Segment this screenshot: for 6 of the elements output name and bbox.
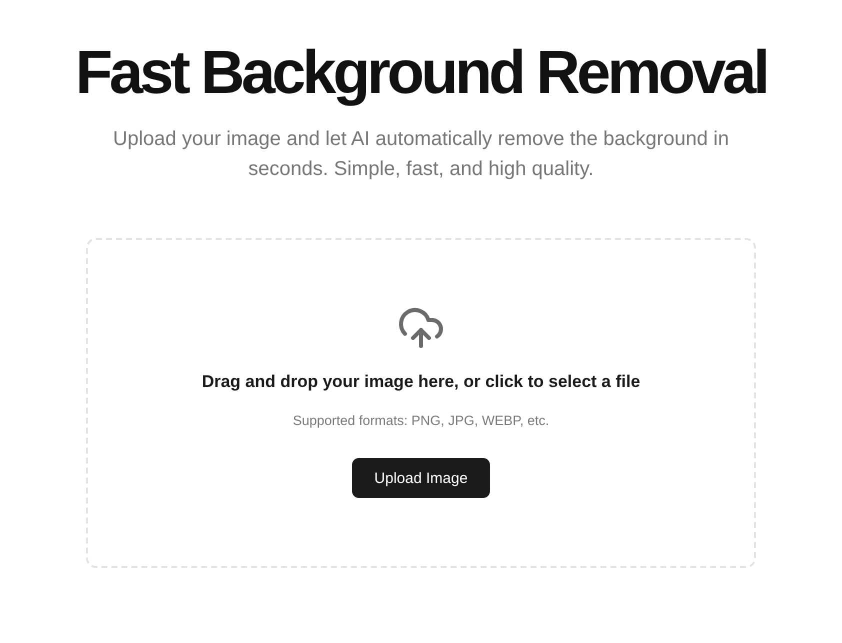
page-title: Fast Background Removal <box>75 37 767 108</box>
supported-formats: Supported formats: PNG, JPG, WEBP, etc. <box>292 413 550 428</box>
drop-instruction: Drag and drop your image here, or click to select a file <box>202 372 640 392</box>
page-subtitle: Upload your image and let AI automatically remove the background in seconds. Simple, fast, and high quality. <box>112 127 730 182</box>
drop-zone[interactable]: Drag and drop your image here, or click to select a file Supported formats: PNG, JPG, WEBP, etc. Upload Image <box>86 238 756 568</box>
upload-image-button[interactable]: Upload Image <box>352 458 490 498</box>
